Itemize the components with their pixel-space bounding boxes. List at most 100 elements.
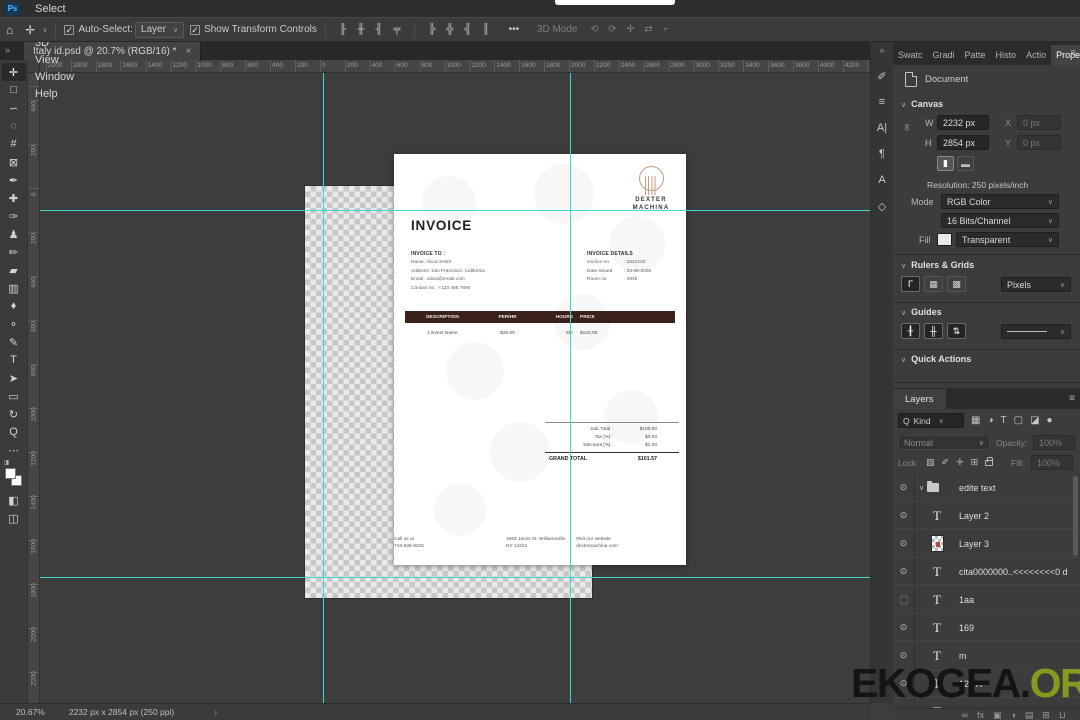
collapsed-panel-icon[interactable]: A [872,167,892,193]
quick-mask-icon[interactable]: ◧ [2,491,26,509]
layers-footer-icon[interactable]: ▣ [993,710,1002,720]
align-icon[interactable]: ╫ [352,24,370,35]
link-dimensions-icon[interactable]: ∞ [901,124,912,131]
rulers-grids-icon[interactable]: ▩ [947,276,966,292]
layers-footer-icon[interactable]: ∞ [962,710,968,720]
guides-icon[interactable]: ╫ [924,323,943,339]
menu-item[interactable]: View [27,51,82,68]
menu-item[interactable]: Window [27,68,82,85]
status-chevron-icon[interactable]: › [214,707,217,717]
tool-button[interactable]: ➤ [2,369,26,387]
tab-overflow-icon[interactable]: » [5,45,10,55]
guides-section-header[interactable]: ∨ Guides [901,307,942,317]
collapsed-panel-icon[interactable]: ◇ [872,193,892,219]
horizontal-ruler[interactable]: 2200 2000 1800 1600 1400 1200 1000 800 600 400 200… [28,60,870,73]
show-transform-checkbox[interactable]: ✓ [190,24,201,35]
home-icon[interactable]: ⌂ [0,23,19,37]
screen-mode-icon[interactable]: ◫ [2,509,26,527]
collapsed-panel-icon[interactable]: ≡ [872,89,892,115]
tool-button[interactable]: ▥ [2,279,26,297]
zoom-level[interactable]: 20.67% [16,707,45,717]
panel-tab[interactable]: Swatc [893,45,928,65]
visibility-toggle[interactable]: ⊙ [893,586,915,613]
panel-tab[interactable]: Actio [1021,45,1051,65]
rulers-grids-icon[interactable]: ▦ [924,276,943,292]
layer-filter-icon[interactable]: T [1001,415,1007,426]
panel-tab[interactable]: Gradi [928,45,960,65]
tool-button[interactable]: ⋯ [2,441,26,459]
move-tool-preset-icon[interactable]: ✛ [19,23,41,37]
panel-menu-icon[interactable]: ≡ [1070,48,1076,59]
layer-filter-icon[interactable]: ◪ [1030,415,1039,426]
quick-actions-section-header[interactable]: ∨ Quick Actions [901,354,971,364]
layer-row[interactable]: ⊙ ∨ T Layer 2 [893,502,1080,530]
tool-button[interactable]: ✑ [2,207,26,225]
default-colors-icon[interactable]: ◨ [4,459,10,466]
landscape-orientation-button[interactable]: ▬ [957,156,974,171]
fill-swatch[interactable] [937,233,952,246]
tool-button[interactable]: ⊠ [2,153,26,171]
collapsed-panel-icon[interactable]: ¶ [872,141,892,167]
lock-icon[interactable]: ▨ [926,457,935,468]
vertical-guide[interactable] [323,73,324,703]
tool-button[interactable]: ✒ [2,171,26,189]
color-swatches[interactable]: ◨ [4,460,24,491]
ruler-units-dropdown[interactable]: Pixels ∨ [1001,277,1071,292]
tool-button[interactable]: ⚬ [2,315,26,333]
expand-panels-icon[interactable]: » [879,45,884,55]
visibility-toggle[interactable]: ⊙ [893,502,915,529]
height-field[interactable]: 2854 px [937,135,989,150]
tool-button[interactable]: ▭ [2,387,26,405]
layers-footer-icon[interactable]: ▤ [1025,710,1034,720]
layer-row[interactable]: ⊙ ∨ T 1aa [893,586,1080,614]
collapsed-panel-icon[interactable]: ✐ [872,63,892,89]
tool-button[interactable]: Q [2,423,26,441]
visibility-toggle[interactable]: ⊙ [893,614,915,641]
layers-footer-icon[interactable]: ◑ [1010,710,1015,720]
tool-button[interactable]: ◌ [2,117,26,135]
rulers-grids-icon[interactable]: Γ [901,276,920,292]
width-field[interactable]: 2232 px [937,115,989,130]
layer-row[interactable]: ⊙ ∨ T edite text [893,474,1080,502]
layers-footer-icon[interactable]: fx [977,710,984,720]
chevron-down-icon[interactable]: ∨ [919,484,924,492]
horizontal-guide[interactable] [40,210,870,211]
visibility-toggle[interactable]: ⊙ [893,474,915,501]
layers-panel-menu-icon[interactable]: ≡ [1069,393,1075,404]
color-mode-dropdown[interactable]: RGB Color ∨ [941,194,1059,209]
guides-icon[interactable]: ⇅ [947,323,966,339]
auto-select-target-dropdown[interactable]: Layer ∨ [134,21,185,38]
collapsed-panel-icon[interactable]: A| [872,115,892,141]
fill-dropdown[interactable]: Transparent ∨ [956,232,1059,247]
layers-scrollbar[interactable] [1073,476,1078,556]
rulers-grids-section-header[interactable]: ∨ Rulers & Grids [901,260,974,270]
align-icon[interactable]: ╢ [370,24,388,35]
tool-button[interactable]: ∽ [2,99,26,117]
tool-button[interactable]: # [2,135,26,153]
distribute-icon[interactable]: ╣ [459,24,477,35]
layers-panel-tab[interactable]: Layers [893,389,946,409]
distribute-icon[interactable]: ╠ [423,24,441,35]
lock-icon[interactable]: ✛ [956,457,964,468]
menu-item[interactable]: Help [27,85,82,102]
panel-tab[interactable]: Histo [991,45,1022,65]
tool-button[interactable]: ▰ [2,261,26,279]
portrait-orientation-button[interactable]: ▮ [937,156,954,171]
vertical-ruler[interactable]: 400 200 0 200 400 600 800 1000 1200 1400 1600 1800 2… [28,73,40,703]
lock-all-icon[interactable] [985,456,994,466]
canvas-section-header[interactable]: ∨ Canvas [901,99,943,109]
foreground-color-swatch[interactable] [4,468,16,479]
more-options-icon[interactable]: ••• [505,24,523,35]
layer-row[interactable]: ⊙ ∨ T cita0000000..<<<<<<<<0 d [893,558,1080,586]
tool-button[interactable]: ♦ [2,297,26,315]
layer-row[interactable]: ⊙ ∨ T 169 [893,614,1080,642]
tool-button[interactable]: ✚ [2,189,26,207]
layer-filter-icon[interactable]: ◑ [987,415,993,426]
align-icon[interactable]: ╤ [388,24,406,35]
layer-filter-dropdown[interactable]: Q Kind ∨ [898,413,964,428]
layer-row[interactable]: ⊙ ∨ T Layer 3 [893,530,1080,558]
visibility-toggle[interactable]: ⊙ [893,530,915,557]
layers-footer-icon[interactable]: ⊔ [1059,710,1066,720]
tool-button[interactable]: ♟ [2,225,26,243]
close-icon[interactable]: × [186,46,192,57]
